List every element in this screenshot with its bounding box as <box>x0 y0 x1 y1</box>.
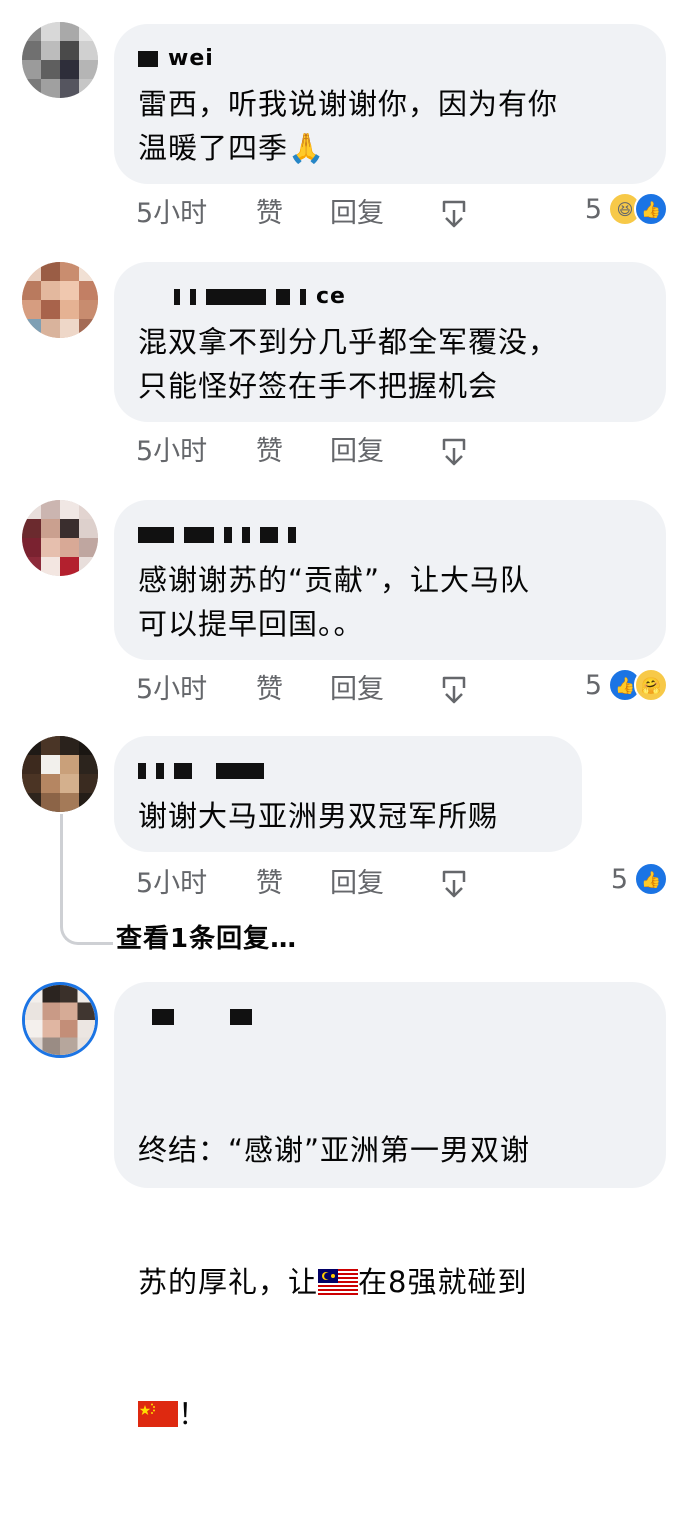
reply-button[interactable]: 回复 <box>330 866 384 902</box>
care-icon: 🤗 <box>634 668 668 702</box>
view-replies-link[interactable]: 查看1条回复… <box>116 918 297 955</box>
reaction-summary[interactable]: 5 👍 🤗 <box>585 668 668 702</box>
timestamp[interactable]: 5小时 <box>136 434 207 470</box>
reaction-count: 5 <box>584 669 602 701</box>
reaction-summary[interactable]: 5 😆 👍 <box>585 192 668 226</box>
malaysia-flag-icon <box>318 1263 359 1295</box>
like-icon: 👍 <box>634 192 668 226</box>
china-flag-icon <box>138 1395 178 1427</box>
comment-text: 谢谢大马亚洲男双冠军所赐 <box>138 799 499 833</box>
comment-bubble: wei 雷西，听我说谢谢你，因为有你 温暖了四季🙏 <box>114 24 666 184</box>
avatar[interactable] <box>22 22 98 98</box>
timestamp[interactable]: 5小时 <box>136 196 207 232</box>
avatar[interactable] <box>22 500 98 576</box>
timestamp[interactable]: 5小时 <box>136 866 207 902</box>
reply-thread-line <box>60 814 113 945</box>
comment-bubble: 终结：“感谢”亚洲第一男双谢 苏的厚礼，让 在8强就碰到 ！ <box>114 982 666 1431</box>
comment-text-line: 苏的厚礼，让 在8强就碰到 <box>138 1260 642 1304</box>
reply-button[interactable]: 回复 <box>330 672 384 708</box>
comment-text: 感谢谢苏的“贡献”，让大马队 可以提早回国。。 <box>138 563 531 641</box>
share-icon[interactable] <box>438 198 470 240</box>
like-button[interactable]: 赞 <box>256 866 283 902</box>
comment-bubble: ce 混双拿不到分几乎都全军覆没， 只能怪好签在手不把握机会 <box>114 262 666 422</box>
comment-text: 混双拿不到分几乎都全军覆没， 只能怪好签在手不把握机会 <box>138 325 559 403</box>
share-icon[interactable] <box>438 674 470 716</box>
author-name[interactable]: wei <box>138 46 642 72</box>
comment-text-segment: ！ <box>178 1397 209 1431</box>
comment-bubble: 感谢谢苏的“贡献”，让大马队 可以提早回国。。 <box>114 500 666 660</box>
comment-bubble: 谢谢大马亚洲男双冠军所赐 <box>114 736 582 852</box>
avatar[interactable] <box>22 982 98 1058</box>
avatar[interactable] <box>22 736 98 812</box>
comment-text-line: ！ <box>138 1392 642 1436</box>
reply-button[interactable]: 回复 <box>330 196 384 232</box>
comment-text: 终结：“感谢”亚洲第一男双谢 苏的厚礼，让 在8强就碰到 ！ <box>138 1040 642 1524</box>
comment-text-line: 终结：“感谢”亚洲第一男双谢 <box>138 1133 531 1167</box>
like-button[interactable]: 赞 <box>256 196 283 232</box>
comment-text-segment: 苏的厚礼，让 <box>138 1265 319 1299</box>
reaction-count: 5 <box>610 863 628 895</box>
like-button[interactable]: 赞 <box>256 434 283 470</box>
share-icon[interactable] <box>438 868 470 910</box>
author-name[interactable]: ce <box>138 284 642 310</box>
comment-text: 雷西，听我说谢谢你，因为有你 温暖了四季🙏 <box>138 87 559 165</box>
like-button[interactable]: 赞 <box>256 672 283 708</box>
avatar[interactable] <box>22 262 98 338</box>
reaction-summary[interactable]: 5 👍 <box>611 862 668 896</box>
author-name[interactable] <box>138 758 558 784</box>
share-icon[interactable] <box>438 436 470 478</box>
reaction-count: 5 <box>584 193 602 225</box>
author-name[interactable] <box>138 1004 642 1030</box>
comment-text-segment: 在8强就碰到 <box>358 1265 528 1299</box>
author-name[interactable] <box>138 522 642 548</box>
like-icon: 👍 <box>634 862 668 896</box>
timestamp[interactable]: 5小时 <box>136 672 207 708</box>
reply-button[interactable]: 回复 <box>330 434 384 470</box>
